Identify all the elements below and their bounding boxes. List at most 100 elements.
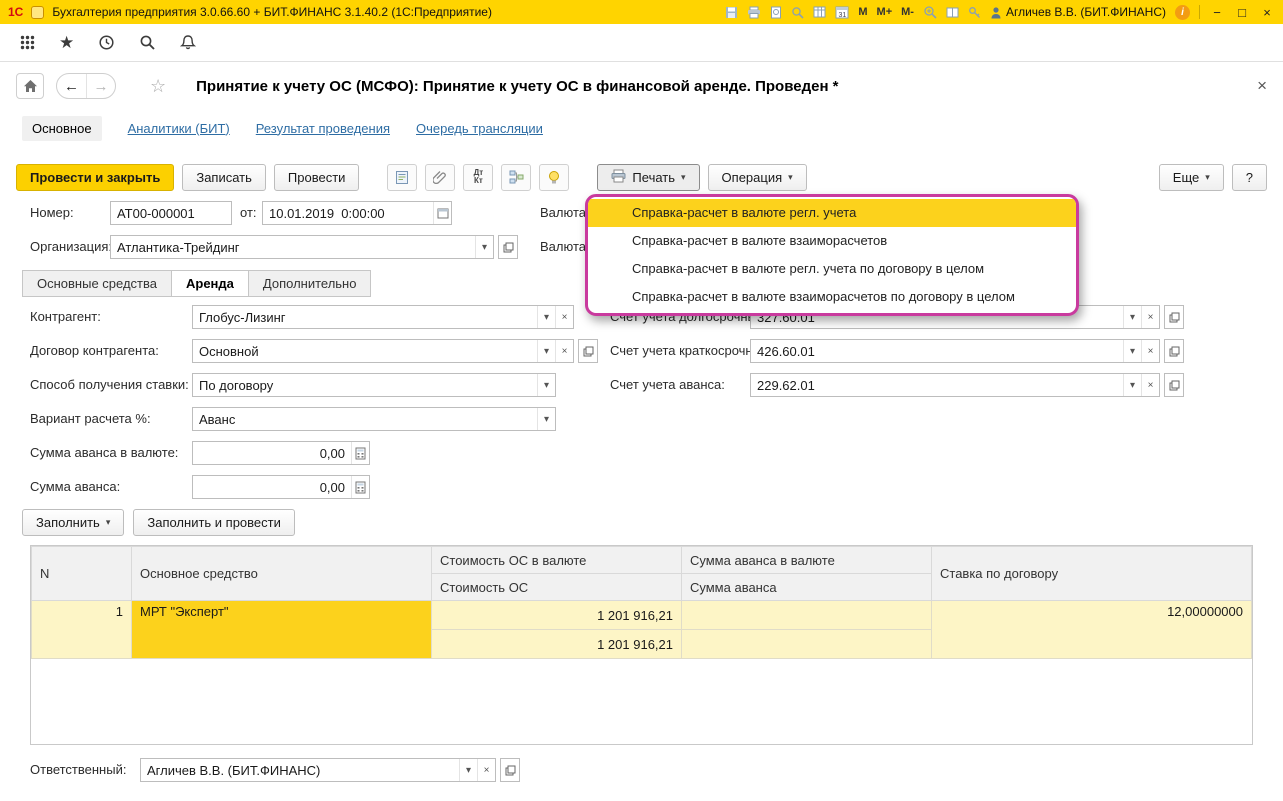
search-icon[interactable] — [139, 34, 156, 51]
tab-analytics-bit[interactable]: Аналитики (БИТ) — [128, 121, 230, 136]
current-user[interactable]: Агличев В.В. (БИТ.ФИНАНС) — [990, 4, 1166, 20]
dropdown-icon[interactable]: ▾ — [475, 236, 493, 258]
account-short-open-icon[interactable] — [1164, 339, 1184, 363]
advance-input[interactable]: 0,00 — [192, 475, 370, 499]
contract-open-icon[interactable] — [578, 339, 598, 363]
account-advance-open-icon[interactable] — [1164, 373, 1184, 397]
clear-icon[interactable]: × — [1141, 374, 1159, 396]
asset-cell[interactable]: МРТ "Эксперт" — [131, 600, 432, 659]
favorite-star-icon[interactable]: ☆ — [150, 76, 166, 97]
key-icon[interactable] — [968, 4, 981, 20]
menu-item-calc-reference-reg-currency-whole-contract[interactable]: Справка-расчет в валюте регл. учета по д… — [588, 255, 1076, 283]
fill-button[interactable]: Заполнить ▾ — [22, 509, 125, 536]
print-button[interactable]: Печать ▾ — [597, 163, 700, 191]
find-icon[interactable] — [791, 4, 804, 20]
fill-and-post-button[interactable]: Заполнить и провести — [133, 509, 295, 536]
tab-posting-result[interactable]: Результат проведения — [256, 121, 390, 136]
date-input[interactable]: 10.01.2019 0:00:00 — [262, 201, 452, 225]
split-window-icon[interactable] — [946, 4, 959, 20]
advance-currency-input[interactable]: 0,00 — [192, 441, 370, 465]
attachments-icon[interactable] — [425, 163, 456, 191]
contract-input[interactable]: Основной ▾ × — [192, 339, 574, 363]
clear-icon[interactable]: × — [1141, 340, 1159, 362]
responsible-open-icon[interactable] — [500, 758, 520, 782]
subtab-fixed-assets[interactable]: Основные средства — [22, 270, 171, 297]
apps-menu-icon[interactable] — [20, 35, 35, 50]
postings-dtkt-icon[interactable]: Дт Кт — [463, 163, 494, 191]
dropdown-icon[interactable]: ▾ — [537, 374, 555, 396]
dropdown-icon[interactable]: ▾ — [537, 340, 555, 362]
subtab-additional[interactable]: Дополнительно — [247, 270, 372, 297]
column-header-n[interactable]: N — [31, 546, 132, 601]
number-input[interactable]: АТ00-000001 — [110, 201, 232, 225]
organization-open-icon[interactable] — [498, 235, 518, 259]
clear-icon[interactable]: × — [477, 759, 495, 781]
tab-translation-queue[interactable]: Очередь трансляции — [416, 121, 543, 136]
maximize-button[interactable]: □ — [1234, 5, 1250, 20]
column-header-cost-currency[interactable]: Стоимость ОС в валюте — [431, 546, 682, 574]
row-number-cell[interactable]: 1 — [31, 600, 132, 659]
advance-currency-cell[interactable] — [681, 600, 932, 630]
memory-m-plus-button[interactable]: M+ — [877, 6, 893, 18]
history-icon[interactable] — [98, 34, 115, 51]
zoom-icon[interactable] — [923, 4, 937, 20]
calendar-picker-icon[interactable] — [433, 202, 451, 224]
calc-variant-select[interactable]: Аванс ▾ — [192, 407, 556, 431]
column-header-advance[interactable]: Сумма аванса — [681, 573, 932, 601]
cost-currency-cell[interactable]: 1 201 916,21 — [431, 600, 682, 630]
clear-icon[interactable]: × — [555, 306, 573, 328]
organization-input[interactable]: Атлантика-Трейдинг ▾ — [110, 235, 494, 259]
column-header-cost[interactable]: Стоимость ОС — [431, 573, 682, 601]
minimize-button[interactable]: − — [1209, 5, 1225, 20]
window-close-button[interactable]: × — [1259, 5, 1275, 20]
table-icon[interactable] — [813, 4, 826, 20]
preview-icon[interactable] — [770, 4, 782, 20]
operation-button[interactable]: Операция ▾ — [707, 163, 807, 191]
column-header-asset[interactable]: Основное средство — [131, 546, 432, 601]
table-row[interactable]: 1 МРТ "Эксперт" 1 201 916,21 12,00000000 — [31, 600, 1252, 659]
account-short-input[interactable]: 426.60.01 ▾ × — [750, 339, 1160, 363]
info-icon[interactable]: i — [1175, 4, 1190, 20]
home-button[interactable] — [16, 73, 44, 99]
dropdown-icon[interactable]: ▾ — [537, 408, 555, 430]
post-button[interactable]: Провести — [273, 163, 360, 191]
rate-cell[interactable]: 12,00000000 — [931, 600, 1252, 659]
menu-item-calc-reference-settlement-currency[interactable]: Справка-расчет в валюте взаиморасчетов — [588, 227, 1076, 255]
document-structure-icon[interactable] — [501, 163, 532, 191]
dropdown-icon[interactable]: ▾ — [459, 759, 477, 781]
tab-main[interactable]: Основное — [22, 115, 102, 141]
post-and-close-button[interactable]: Провести и закрыть — [16, 163, 175, 191]
dropdown-icon[interactable]: ▾ — [1123, 306, 1141, 328]
account-advance-input[interactable]: 229.62.01 ▾ × — [750, 373, 1160, 397]
save-icon[interactable] — [725, 4, 738, 20]
back-button[interactable]: ← — [57, 74, 86, 98]
form-close-icon[interactable]: × — [1257, 76, 1267, 96]
favorites-icon[interactable]: ★ — [59, 33, 74, 53]
help-button[interactable]: ? — [1231, 163, 1267, 191]
column-header-advance-currency[interactable]: Сумма аванса в валюте — [681, 546, 932, 574]
dropdown-icon[interactable]: ▾ — [1123, 340, 1141, 362]
menu-item-calc-reference-reg-currency[interactable]: Справка-расчет в валюте регл. учета — [588, 199, 1076, 227]
dropdown-icon[interactable]: ▾ — [1123, 374, 1141, 396]
subtab-rent[interactable]: Аренда — [171, 270, 248, 297]
contractor-input[interactable]: Глобус-Лизинг ▾ × — [192, 305, 574, 329]
responsible-input[interactable]: Агличев В.В. (БИТ.ФИНАНС) ▾ × — [140, 758, 496, 782]
dropdown-icon[interactable]: ▾ — [537, 306, 555, 328]
hint-lamp-icon[interactable] — [539, 163, 570, 191]
column-header-rate[interactable]: Ставка по договору — [931, 546, 1252, 601]
advance-cell[interactable] — [681, 629, 932, 659]
menu-item-calc-reference-settlement-currency-whole-contract[interactable]: Справка-расчет в валюте взаиморасчетов п… — [588, 283, 1076, 311]
memory-m-minus-button[interactable]: M- — [901, 6, 914, 18]
print-icon[interactable] — [747, 4, 761, 20]
notifications-icon[interactable] — [180, 34, 197, 51]
calculator-icon[interactable] — [351, 476, 369, 498]
cost-cell[interactable]: 1 201 916,21 — [431, 629, 682, 659]
forward-button[interactable]: → — [86, 74, 115, 98]
calendar-icon[interactable]: 31 — [835, 4, 849, 20]
more-button[interactable]: Еще ▾ — [1158, 163, 1224, 191]
memory-m-button[interactable]: M — [858, 6, 867, 18]
clear-icon[interactable]: × — [1141, 306, 1159, 328]
report-document-icon[interactable] — [387, 163, 418, 191]
calculator-icon[interactable] — [351, 442, 369, 464]
clear-icon[interactable]: × — [555, 340, 573, 362]
